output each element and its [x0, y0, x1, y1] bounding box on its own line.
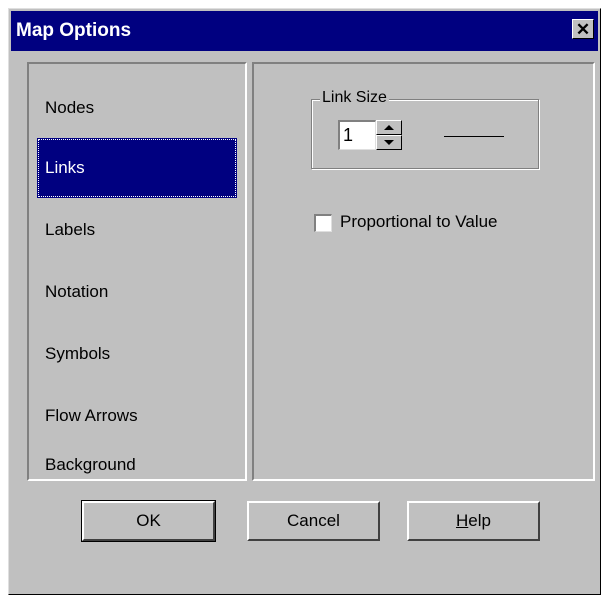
link-size-spinner: [376, 120, 402, 150]
link-size-preview: [444, 136, 504, 137]
nav-item-flow-arrows[interactable]: Flow Arrows: [37, 386, 237, 446]
options-panel: Link Size 1 Proportional to Value: [252, 62, 595, 481]
arrow-down-icon: [384, 140, 394, 145]
help-button-label: Help: [456, 511, 491, 530]
arrow-up-icon: [384, 125, 394, 130]
ok-button-label: OK: [136, 511, 161, 530]
link-size-input[interactable]: 1: [338, 120, 376, 150]
nav-item-labels[interactable]: Labels: [37, 200, 237, 260]
window-title: Map Options: [16, 20, 132, 41]
spin-down-button[interactable]: [376, 135, 402, 150]
proportional-label[interactable]: Proportional to Value: [340, 212, 498, 232]
nav-item-notation[interactable]: Notation: [37, 262, 237, 322]
nav-item-nodes[interactable]: Nodes: [37, 78, 237, 138]
category-list: Nodes Links Labels Notation Symbols Flow…: [27, 62, 247, 481]
ok-button[interactable]: OK: [81, 500, 216, 542]
cancel-button[interactable]: Cancel: [247, 501, 380, 541]
help-button[interactable]: Help: [407, 501, 540, 541]
link-size-label: Link Size: [320, 89, 389, 107]
link-size-group: Link Size 1: [311, 89, 539, 169]
nav-item-links[interactable]: Links: [37, 138, 237, 198]
nav-item-background[interactable]: Background: [37, 448, 237, 482]
proportional-checkbox[interactable]: [314, 214, 332, 232]
spin-up-button[interactable]: [376, 120, 402, 135]
map-options-dialog: Map Options ✕ Nodes Links Labels Notatio…: [8, 8, 601, 595]
cancel-button-label: Cancel: [287, 511, 340, 530]
nav-item-symbols[interactable]: Symbols: [37, 324, 237, 384]
title-bar[interactable]: Map Options ✕: [11, 11, 598, 51]
close-icon[interactable]: ✕: [572, 19, 594, 39]
